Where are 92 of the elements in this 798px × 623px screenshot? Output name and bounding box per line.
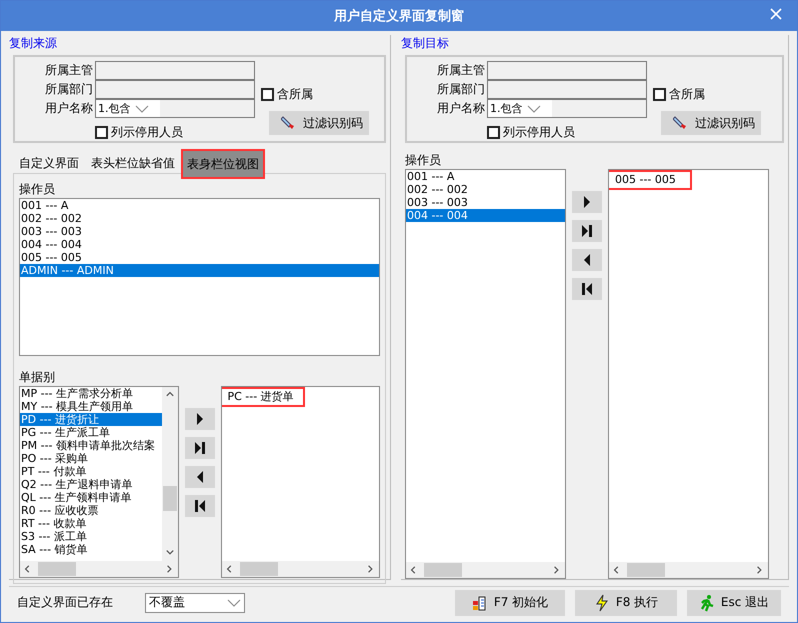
scrollbar-thumb[interactable] (38, 562, 76, 576)
section-label: 操作员 (19, 181, 56, 198)
list-item[interactable]: PD --- 进货折让 (20, 413, 162, 426)
scrollbar-thumb[interactable] (162, 486, 176, 511)
input-field[interactable] (95, 80, 255, 99)
move-button[interactable] (572, 278, 602, 300)
list-item[interactable]: PG --- 生产派工单 (20, 426, 162, 439)
move-button[interactable] (184, 408, 214, 430)
checkbox[interactable] (487, 126, 500, 139)
list-item[interactable]: R0 --- 应收收票 (20, 504, 162, 517)
field-label: 所属主管 (437, 62, 485, 79)
close-icon (769, 7, 783, 21)
action-button[interactable]: F7 初始化 (455, 590, 565, 616)
list-item[interactable]: 005 --- 005 (609, 170, 692, 190)
move-button[interactable] (572, 220, 602, 242)
list-item[interactable]: 002 --- 002 (406, 183, 565, 196)
running-person-icon (698, 594, 715, 612)
list-item[interactable]: 002 --- 002 (20, 212, 379, 225)
field-label: 所属部门 (437, 81, 485, 98)
scrollbar-thumb[interactable] (627, 563, 665, 577)
list-item[interactable]: Q2 --- 生产退料申请单 (20, 478, 162, 491)
checkbox-label: 含所属 (669, 86, 705, 103)
list-item[interactable]: PC --- 进货单 (222, 387, 304, 407)
section-label: 单据别 (19, 369, 56, 386)
tab[interactable]: 表身栏位视图 (181, 149, 265, 179)
right-end-arrow-icon (192, 440, 206, 456)
checkbox-label: 含所属 (277, 86, 313, 103)
list-item[interactable]: 004 --- 004 (406, 209, 565, 222)
filter-button[interactable]: 过滤识别码 (661, 111, 761, 135)
field-label: 用户名称 (45, 100, 93, 117)
list-item[interactable]: MY --- 模具生产领用单 (20, 400, 162, 413)
checkbox[interactable] (653, 88, 666, 101)
list-item[interactable]: MP --- 生产需求分析单 (20, 387, 162, 400)
list-item[interactable]: SA --- 销货单 (20, 543, 162, 556)
scrollbar-thumb[interactable] (424, 563, 462, 577)
move-button[interactable] (184, 437, 214, 459)
horizontal-scrollbar[interactable] (20, 561, 178, 577)
tab[interactable]: 表头栏位缺省值 (85, 151, 181, 173)
field-label: 所属部门 (45, 81, 93, 98)
list-item[interactable]: 003 --- 003 (20, 225, 379, 238)
checkbox[interactable] (261, 88, 274, 101)
move-button[interactable] (572, 191, 602, 213)
list-item[interactable]: 001 --- A (20, 199, 379, 212)
field-label: 所属主管 (45, 62, 93, 79)
dropdown-caret-icon (134, 104, 148, 112)
list-item[interactable]: S3 --- 派工单 (20, 530, 162, 543)
field-label: 自定义界面已存在 (17, 594, 114, 611)
list-item[interactable]: ADMIN --- ADMIN (20, 264, 379, 277)
input-field[interactable] (487, 80, 647, 99)
horizontal-scrollbar[interactable] (609, 562, 768, 578)
action-button[interactable]: Esc 退出 (687, 590, 781, 616)
list-item[interactable]: 001 --- A (406, 170, 565, 183)
document-icon (472, 594, 488, 610)
vertical-scrollbar[interactable] (162, 387, 178, 561)
input-field[interactable]: 1.包含 (95, 99, 255, 118)
window-title: 用户自定义界面复制窗 (334, 8, 464, 25)
filter-button[interactable]: 过滤识别码 (269, 111, 369, 135)
checkbox[interactable] (95, 126, 108, 139)
input-field[interactable]: 1.包含 (487, 99, 647, 118)
list-item[interactable]: 003 --- 003 (406, 196, 565, 209)
action-button[interactable]: F8 执行 (575, 590, 677, 616)
move-button[interactable] (184, 466, 214, 488)
list-item[interactable]: QL --- 生产领料申请单 (20, 491, 162, 504)
input-field[interactable] (487, 61, 647, 80)
left-end-arrow-icon (192, 498, 206, 514)
section-label: 操作员 (405, 152, 442, 169)
input-field[interactable] (95, 61, 255, 80)
dropdown-caret-icon (526, 104, 540, 112)
left-end-arrow-icon (580, 281, 594, 297)
checkbox-label: 列示停用人员 (503, 124, 575, 141)
brush-icon (673, 115, 689, 131)
move-button[interactable] (184, 495, 214, 517)
section-title: 复制来源 (9, 35, 58, 51)
overwrite-select[interactable]: 不覆盖 (145, 592, 245, 612)
horizontal-scrollbar[interactable] (222, 561, 379, 577)
lightning-icon (594, 594, 610, 612)
list-item[interactable]: 005 --- 005 (20, 251, 379, 264)
brush-icon (281, 115, 297, 131)
horizontal-scrollbar[interactable] (406, 562, 565, 578)
dropdown-caret-icon (227, 598, 241, 606)
list-item[interactable]: 004 --- 004 (20, 238, 379, 251)
field-label: 用户名称 (437, 100, 485, 117)
section-title: 复制目标 (401, 35, 450, 51)
right-end-arrow-icon (580, 223, 594, 239)
list-item[interactable]: PM --- 领料申请单批次结案 (20, 439, 162, 452)
list-item[interactable]: RT --- 收款单 (20, 517, 162, 530)
move-button[interactable] (572, 249, 602, 271)
list-item[interactable]: PO --- 采购单 (20, 452, 162, 465)
scrollbar-thumb[interactable] (240, 562, 278, 576)
list-item[interactable]: PT --- 付款单 (20, 465, 162, 478)
tab[interactable]: 自定义界面 (13, 151, 85, 173)
checkbox-label: 列示停用人员 (111, 124, 183, 141)
